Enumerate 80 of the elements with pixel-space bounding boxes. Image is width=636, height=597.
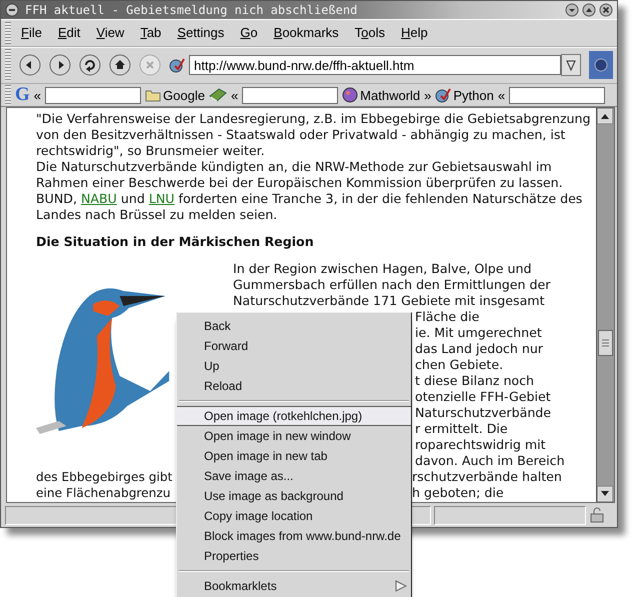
body-text: Gummersbach erfüllen nach den Ermittlungen der	[233, 277, 550, 292]
menu-item[interactable]: View	[90, 23, 130, 42]
menu-item[interactable]: Up	[177, 356, 411, 376]
toolbar-grip[interactable]	[5, 49, 11, 82]
window-menu-icon[interactable]	[5, 2, 19, 17]
section-heading: Die Situation in der Märkischen Region	[36, 234, 315, 250]
scroll-thumb[interactable]	[598, 330, 613, 356]
search-engine-logo[interactable]: G	[15, 85, 30, 106]
chevron-button[interactable]: «	[498, 88, 506, 103]
bookmark-link[interactable]: Mathworld	[342, 87, 420, 104]
menu-item[interactable]: Open image (rotkehlchen.jpg)	[177, 406, 411, 426]
menu-item[interactable]: Properties	[177, 546, 411, 566]
menu-item[interactable]: Help	[395, 23, 434, 42]
text-link[interactable]: LNU	[148, 191, 175, 206]
menu-item[interactable]: File	[15, 23, 48, 42]
menu-item[interactable]: Back	[177, 316, 411, 336]
globe-icon[interactable]	[589, 51, 613, 80]
menu-item[interactable]: Forward	[177, 336, 411, 356]
menu-item[interactable]: Settings	[171, 23, 230, 42]
menu-item[interactable]: Tab	[134, 23, 168, 42]
body-text: otenzielle FFH-Gebiet	[415, 389, 551, 404]
body-text: ie. Mit umgerechnet	[415, 325, 542, 340]
menu-item[interactable]: Save image as...	[177, 466, 411, 486]
menu-item[interactable]: Reload	[177, 376, 411, 396]
body-text: davon. Auch im Bereich	[415, 453, 565, 468]
url-field[interactable]: http://www.bund-nrw.de/ffh-aktuell.htm	[189, 55, 561, 76]
body-text: Die Naturschutzverbände kündigten an, die NRW-Methode zur Gebietsauswahl im Rahmen einer Beschwerde bei der Europäischen Kommission überprüfen zu lassen. BUND, NABU und LNU forderten eine Tranche 3, in der die fehlenden Naturschätze des Landes nach Brüssel zu melden seien.	[36, 159, 584, 224]
folder-icon	[145, 88, 162, 102]
body-text: t diese Bilanz noch	[415, 373, 534, 388]
text-link[interactable]: NABU	[80, 191, 117, 206]
chevron-button[interactable]: «	[230, 88, 238, 103]
reload-icon[interactable]	[79, 54, 101, 76]
submenu-arrow-icon	[395, 580, 407, 592]
scroll-up-icon[interactable]	[597, 108, 613, 124]
home-icon[interactable]	[109, 54, 131, 76]
book-icon[interactable]	[208, 87, 227, 104]
search-field[interactable]	[242, 86, 338, 104]
chevron-button[interactable]: «	[34, 88, 42, 103]
scroll-down-icon[interactable]	[597, 486, 613, 502]
body-text: h geboten; die	[412, 485, 504, 500]
menu-item[interactable]: Block images from www.bund-nrw.de	[177, 526, 411, 546]
dropdown-icon[interactable]	[561, 54, 581, 76]
globe-icon	[342, 87, 358, 104]
page-globe-icon	[169, 57, 185, 74]
menu-item[interactable]: Edit	[52, 23, 86, 42]
search-field[interactable]	[45, 86, 142, 104]
body-text: rschutzverbände halten	[412, 469, 562, 484]
back-icon[interactable]	[19, 54, 41, 76]
window-title: FFH aktuell - Gebietsmeldung nich abschließend	[25, 2, 358, 17]
search-field[interactable]	[509, 86, 606, 104]
menu-item[interactable]: Tools	[348, 23, 392, 42]
body-text: roparechtswidrig mit	[415, 437, 546, 452]
body-text: "Die Verfahrensweise der Landesregierung, z.B. im Ebbegebirge die Gebietsabgrenzung von den Besitzverhältnissen - Staatswald oder Privatwald - abhängig zu machen, ist rechtswidrig", so Brunsmeier weiter.	[36, 111, 592, 160]
maximize-icon[interactable]	[582, 2, 596, 17]
chevron-button[interactable]: »	[424, 88, 432, 103]
body-text: Naturschutzverbände	[415, 405, 552, 420]
page-globe-icon	[435, 87, 452, 104]
toolbar-grip[interactable]	[5, 85, 11, 106]
bookmark-link[interactable]: Python	[435, 87, 494, 104]
bookmark-folder[interactable]: Google	[145, 88, 205, 103]
body-text: das Land jedoch nur	[415, 341, 543, 356]
body-text: chen Gebiete.	[415, 357, 504, 372]
body-text: In der Region zwischen Hagen, Balve, Olpe und	[233, 261, 532, 276]
body-text: Fläche die	[415, 309, 480, 324]
menu-item[interactable]: Open image in new window	[177, 426, 411, 446]
menu-item[interactable]: Copy image location	[177, 506, 411, 526]
close-icon[interactable]	[599, 2, 613, 17]
body-text: eine Flächenabgrenzu	[36, 486, 171, 500]
submenu-item[interactable]: Bookmarklets	[177, 576, 411, 596]
menu-item[interactable]: Go	[234, 23, 264, 42]
body-text: r ermittelt. Die	[415, 421, 508, 436]
forward-icon[interactable]	[49, 54, 71, 76]
menu-item[interactable]: Bookmarks	[268, 23, 345, 42]
security-icon	[589, 507, 605, 524]
menu-item[interactable]: Open image in new tab	[177, 446, 411, 466]
toolbar-grip[interactable]	[5, 22, 11, 44]
body-text: Naturschutzverbände 171 Gebiete mit insgesamt	[233, 293, 545, 308]
body-text: des Ebbegebirges gibt	[36, 470, 172, 484]
menu-item[interactable]: Use image as background	[177, 486, 411, 506]
minimize-icon[interactable]	[565, 2, 579, 17]
